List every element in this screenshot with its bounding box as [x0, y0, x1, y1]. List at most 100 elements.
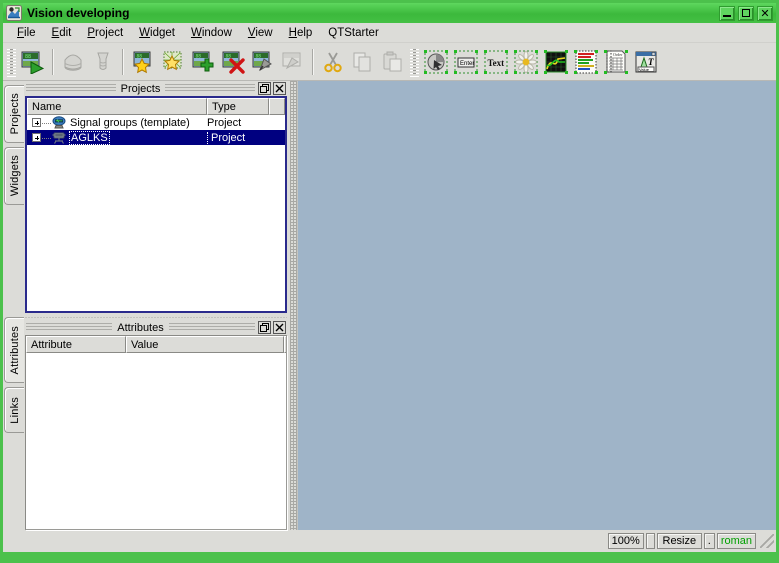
- attributes-table[interactable]: Attribute Value: [25, 335, 287, 530]
- protocol-widget-icon[interactable]: [571, 47, 601, 77]
- add-item-icon[interactable]: 88: [188, 47, 218, 77]
- projects-close-button[interactable]: [273, 82, 286, 95]
- menu-edit[interactable]: Edit: [44, 25, 80, 41]
- vtab-attributes[interactable]: Attributes: [4, 317, 24, 383]
- attributes-panel-titlebar[interactable]: Attributes: [25, 320, 287, 335]
- svg-text:88: 88: [226, 53, 232, 59]
- drag-handle-dots[interactable]: [165, 84, 255, 93]
- vtab-widgets-label: Widgets: [9, 155, 21, 196]
- media-widget-icon[interactable]: [511, 47, 541, 77]
- vtab-links[interactable]: Links: [4, 387, 24, 433]
- workspace-area[interactable]: [297, 81, 776, 530]
- table-row[interactable]: AGLKS Project: [27, 130, 285, 145]
- new-library-icon[interactable]: [158, 47, 188, 77]
- column-header-type[interactable]: Type: [207, 98, 269, 115]
- menu-qtstarter[interactable]: QTStarter: [320, 25, 386, 41]
- vtab-widgets[interactable]: Widgets: [4, 147, 24, 205]
- column-header-attribute[interactable]: Attribute: [26, 336, 126, 353]
- attributes-close-button[interactable]: [273, 321, 286, 334]
- projects-panel-title: Projects: [116, 83, 166, 95]
- expand-toggle-icon[interactable]: [32, 133, 41, 142]
- run-project-icon[interactable]: 88: [18, 47, 48, 77]
- window-controls: ✕: [719, 6, 773, 21]
- main-toolbar: 88 88: [3, 43, 776, 81]
- column-header-name[interactable]: Name: [27, 98, 207, 115]
- drag-handle-dots[interactable]: [26, 84, 116, 93]
- drag-handle-dots[interactable]: [26, 323, 112, 332]
- attributes-panel: Attributes Attribute Value: [25, 320, 287, 530]
- statusbar: 100% Resize . roman: [3, 530, 776, 552]
- expand-toggle-icon[interactable]: [32, 118, 41, 127]
- row-name: AGLKS: [70, 132, 109, 144]
- vtab-attributes-label: Attributes: [9, 326, 21, 374]
- svg-text:Text: Text: [488, 58, 505, 68]
- menu-window[interactable]: Window: [183, 25, 240, 41]
- svg-text:Enter: Enter: [460, 61, 474, 67]
- edit-item-icon[interactable]: 88: [248, 47, 278, 77]
- tree-connector: [42, 138, 51, 139]
- toolbar-separator: [52, 49, 54, 75]
- attributes-table-rows: [26, 353, 286, 529]
- svg-text:T: T: [648, 57, 654, 67]
- menu-help[interactable]: Help: [281, 25, 321, 41]
- svg-text:88: 88: [256, 53, 262, 59]
- copy-icon[interactable]: [348, 47, 378, 77]
- column-header-value[interactable]: Value: [126, 336, 284, 353]
- window-title: Vision developing: [27, 6, 719, 20]
- clear-item-icon[interactable]: [278, 47, 308, 77]
- new-item-icon[interactable]: 88: [128, 47, 158, 77]
- attributes-table-header: Attribute Value: [26, 336, 286, 353]
- vtab-projects-label: Projects: [9, 93, 21, 134]
- menu-view[interactable]: View: [240, 25, 281, 41]
- menu-widget[interactable]: Widget: [131, 25, 183, 41]
- value-widget-icon[interactable]: T Value: [631, 47, 661, 77]
- svg-text:88: 88: [137, 53, 143, 59]
- signal-group-icon: [51, 116, 67, 130]
- toolbar-grip[interactable]: [7, 47, 16, 77]
- projects-panel-titlebar[interactable]: Projects: [25, 81, 287, 96]
- save-to-db-icon[interactable]: [88, 47, 118, 77]
- projects-tree-header: Name Type: [27, 98, 285, 115]
- toolbar-separator: [122, 49, 124, 75]
- cut-icon[interactable]: [318, 47, 348, 77]
- projects-undock-button[interactable]: [258, 82, 271, 95]
- dock-column: Projects Name Type: [25, 81, 290, 530]
- vtab-projects[interactable]: Projects: [4, 85, 24, 143]
- projects-tree-rows: Signal groups (template) Project: [27, 115, 285, 311]
- aglks-project-icon: [51, 131, 67, 145]
- delete-item-icon[interactable]: 88: [218, 47, 248, 77]
- svg-text:Order: Order: [613, 52, 623, 57]
- pointer-widget-icon[interactable]: [421, 47, 451, 77]
- window-titlebar: Vision developing ✕: [3, 3, 776, 23]
- form-entry-icon[interactable]: Enter: [451, 47, 481, 77]
- minimize-button[interactable]: [719, 6, 735, 21]
- menu-project[interactable]: Project: [79, 25, 131, 41]
- status-separator: .: [704, 533, 715, 549]
- dock-tab-strip: Projects Widgets Attributes Links: [3, 81, 25, 530]
- status-zoom[interactable]: 100%: [608, 533, 644, 549]
- row-type: Project: [207, 132, 269, 144]
- projects-tree[interactable]: Name Type: [25, 96, 287, 313]
- status-user: roman: [717, 533, 756, 549]
- close-button[interactable]: ✕: [757, 6, 773, 21]
- menu-file[interactable]: File: [9, 25, 44, 41]
- text-widget-icon[interactable]: Text: [481, 47, 511, 77]
- attributes-panel-title: Attributes: [112, 322, 168, 334]
- load-from-db-icon[interactable]: [58, 47, 88, 77]
- dock-resize-handle[interactable]: [290, 81, 297, 530]
- column-header-pad: [269, 98, 285, 115]
- toolbar-separator: [312, 49, 314, 75]
- paste-icon[interactable]: [378, 47, 408, 77]
- maximize-button[interactable]: [738, 6, 754, 21]
- document-widget-icon[interactable]: Order: [601, 47, 631, 77]
- toolbar-grip-widgets[interactable]: [410, 47, 419, 77]
- table-row[interactable]: Signal groups (template) Project: [27, 115, 285, 130]
- projects-panel: Projects Name Type: [25, 81, 287, 313]
- row-name: Signal groups (template): [70, 117, 190, 129]
- attributes-undock-button[interactable]: [258, 321, 271, 334]
- main-body: Projects Widgets Attributes Links Projec…: [3, 81, 776, 530]
- resize-grip[interactable]: [760, 534, 774, 548]
- drag-handle-dots[interactable]: [169, 323, 255, 332]
- diagram-widget-icon[interactable]: [541, 47, 571, 77]
- status-mode[interactable]: Resize: [657, 533, 702, 549]
